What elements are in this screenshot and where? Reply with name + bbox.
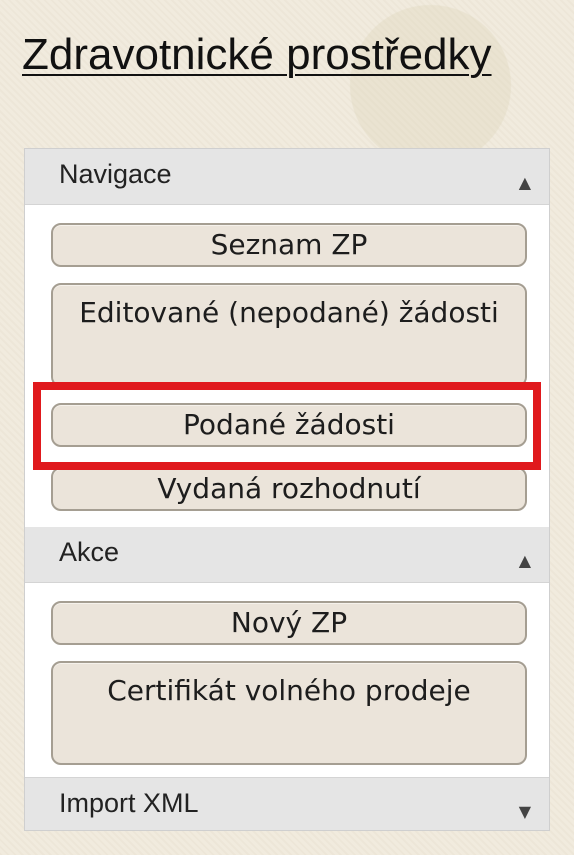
section-label-import-xml: Import XML [59,788,199,818]
section-label-akce: Akce [59,537,120,567]
seznam-zp-button[interactable]: Seznam ZP [51,223,527,267]
novy-zp-button[interactable]: Nový ZP [51,601,527,645]
page-title: Zdravotnické prostředky [22,30,492,79]
section-header-akce[interactable]: Akce ▲ [25,527,549,583]
section-header-navigace[interactable]: Navigace ▲ [25,149,549,205]
section-header-import-xml[interactable]: Import XML ▼ [25,777,549,830]
highlight-box [33,382,541,470]
triangle-down-icon: ▼ [518,802,531,821]
section-label-navigace: Navigace [59,159,172,189]
certifikat-volneho-prodeje-button[interactable]: Certifikát volného prodeje [51,661,527,765]
triangle-up-icon: ▲ [518,173,531,192]
triangle-up-icon: ▲ [518,551,531,570]
vydana-rozhodnuti-button[interactable]: Vydaná rozhodnutí [51,467,527,511]
sidebar-panel: Navigace ▲ Seznam ZP Editované (nepodané… [24,148,550,831]
editovane-zadosti-button[interactable]: Editované (nepodané) žádosti [51,283,527,387]
